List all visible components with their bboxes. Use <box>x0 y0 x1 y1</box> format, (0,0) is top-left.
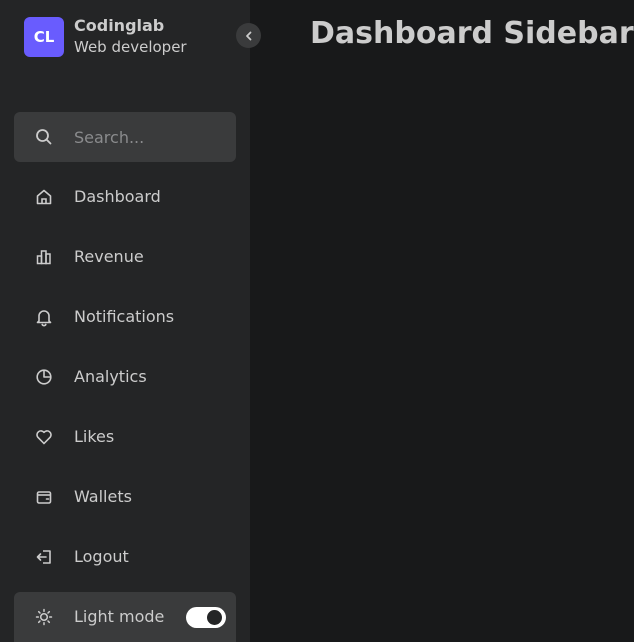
logout-button[interactable]: Logout <box>14 532 236 582</box>
heart-icon <box>36 430 52 445</box>
logout-icon <box>36 550 51 564</box>
sidebar-item-label: Dashboard <box>74 187 161 206</box>
search-box[interactable] <box>14 112 236 162</box>
chevron-left-icon <box>245 31 251 40</box>
sidebar-header: CL Codinglab Web developer <box>24 16 187 57</box>
sidebar-item-notifications[interactable]: Notifications <box>14 292 236 342</box>
bell-icon <box>36 310 52 327</box>
brand-name: Codinglab <box>74 16 165 35</box>
sidebar-item-label: Wallets <box>74 487 132 506</box>
wallet-icon <box>36 491 52 504</box>
sidebar-item-label: Likes <box>74 427 115 446</box>
sidebar-collapse-button[interactable] <box>236 23 261 48</box>
light-mode-label: Light mode <box>74 607 165 626</box>
sidebar-item-analytics[interactable]: Analytics <box>14 352 236 402</box>
sidebar-item-label: Analytics <box>74 367 147 386</box>
pie-chart-icon <box>36 369 52 385</box>
search-icon <box>36 129 52 145</box>
bar-chart-icon <box>36 250 51 265</box>
logout-label: Logout <box>74 547 129 566</box>
sidebar-item-label: Revenue <box>74 247 144 266</box>
sidebar: CL Codinglab Web developer Dashboard Rev… <box>0 0 261 642</box>
light-mode-toggle[interactable] <box>186 607 226 628</box>
brand-role: Web developer <box>74 38 187 56</box>
sidebar-item-dashboard[interactable]: Dashboard <box>14 172 236 222</box>
light-mode-row: Light mode <box>14 592 236 642</box>
sun-icon <box>35 608 53 626</box>
brand-text: Codinglab Web developer <box>74 16 187 57</box>
sidebar-item-likes[interactable]: Likes <box>14 412 236 462</box>
home-icon <box>36 189 52 205</box>
sidebar-item-revenue[interactable]: Revenue <box>14 232 236 282</box>
sidebar-item-wallets[interactable]: Wallets <box>14 472 236 522</box>
search-input[interactable] <box>74 112 224 162</box>
brand-logo[interactable]: CL <box>24 16 64 57</box>
page-title: Dashboard Sidebar <box>310 16 634 51</box>
sidebar-item-label: Notifications <box>74 307 175 326</box>
toggle-knob <box>207 610 222 625</box>
